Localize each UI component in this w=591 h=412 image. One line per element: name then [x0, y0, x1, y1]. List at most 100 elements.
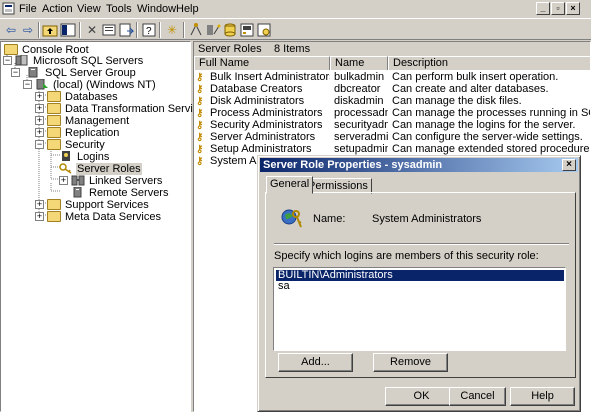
- pane-title: Server Roles: [198, 43, 262, 55]
- register-server-icon[interactable]: [188, 22, 204, 38]
- tree-item-support-services[interactable]: Support Services: [47, 199, 150, 211]
- database-icon[interactable]: [222, 22, 238, 38]
- role-full-name: Setup Administrators: [210, 143, 312, 155]
- server-role-icon: [281, 207, 303, 229]
- tree-item-databases[interactable]: Databases: [47, 91, 119, 103]
- role-full-name: Server Administrators: [210, 131, 316, 143]
- column-header-description[interactable]: Description: [388, 56, 590, 70]
- tree-item-logins[interactable]: Logins: [59, 151, 110, 163]
- tree-item-replication[interactable]: Replication: [47, 127, 120, 139]
- menu-window[interactable]: Window: [137, 3, 176, 15]
- tree-item-sql-server-group[interactable]: SQL Server Group: [27, 66, 137, 79]
- column-header-name[interactable]: Name: [330, 56, 388, 70]
- toolbar-separator: [159, 22, 161, 38]
- tree-item-local-server[interactable]: (local) (Windows NT): [35, 78, 157, 91]
- menu-help[interactable]: Help: [176, 3, 199, 15]
- new-item-icon[interactable]: ✳: [164, 22, 180, 38]
- collapse-toggle[interactable]: −: [35, 140, 44, 149]
- dialog-close-button[interactable]: ×: [562, 159, 576, 171]
- table-row[interactable]: ⚷Security AdministratorssecurityadminCan…: [194, 119, 590, 131]
- svg-text:?: ?: [146, 26, 152, 37]
- list-item-login[interactable]: BUILTIN\Administrators: [276, 270, 564, 281]
- tree-item-management[interactable]: Management: [47, 115, 130, 127]
- mdi-close-button[interactable]: ×: [566, 2, 580, 15]
- role-description: Can manage the processes running in SQL …: [392, 107, 590, 119]
- role-full-name: Process Administrators: [210, 107, 323, 119]
- properties-icon[interactable]: [101, 22, 117, 38]
- list-header: Full Name Name Description: [194, 56, 590, 70]
- tree-item-microsoft-sql-servers[interactable]: Microsoft SQL Servers: [15, 54, 144, 67]
- menu-tools[interactable]: Tools: [106, 3, 132, 15]
- role-description: Can configure the server-wide settings.: [392, 131, 583, 143]
- dialog-title: Server Role Properties - sysadmin: [263, 159, 443, 171]
- query-analyzer-icon[interactable]: [256, 22, 272, 38]
- role-description: Can perform bulk insert operation.: [392, 71, 559, 83]
- tree-item-server-roles[interactable]: Server Roles: [59, 163, 142, 175]
- expand-toggle[interactable]: +: [59, 176, 68, 185]
- mdi-restore-button[interactable]: ▫: [551, 2, 565, 15]
- role-full-name: Bulk Insert Administrators: [210, 71, 330, 83]
- help-icon[interactable]: ?: [141, 22, 157, 38]
- table-row[interactable]: ⚷ Setup Administrators setupadmin Can manag…: [194, 143, 590, 155]
- ok-button[interactable]: OK: [385, 387, 458, 406]
- server-role-icon: ⚷: [196, 156, 204, 167]
- linked-servers-icon: [71, 175, 85, 186]
- expand-toggle[interactable]: +: [35, 104, 44, 113]
- toolbar-separator: [136, 22, 138, 38]
- tree-item-security[interactable]: Security: [47, 139, 106, 151]
- menu-action[interactable]: Action: [42, 3, 73, 15]
- expand-toggle[interactable]: +: [35, 200, 44, 209]
- tree-item-linked-servers[interactable]: Linked Servers: [71, 175, 163, 187]
- folder-icon: [47, 103, 61, 114]
- mdi-minimize-button[interactable]: _: [536, 2, 550, 15]
- column-header-full-name[interactable]: Full Name: [194, 56, 330, 70]
- help-button[interactable]: Help: [510, 387, 575, 406]
- menu-bar: File Action View Tools Window Help _ ▫ ×: [0, 0, 591, 18]
- export-list-icon[interactable]: [118, 22, 135, 38]
- tree-item-meta-data-services[interactable]: Meta Data Services: [47, 211, 162, 223]
- tree-item-remote-servers[interactable]: Remote Servers: [71, 186, 169, 199]
- add-button[interactable]: Add...: [278, 353, 353, 372]
- back-icon[interactable]: ⇦: [3, 22, 19, 38]
- remove-button[interactable]: Remove: [373, 353, 448, 372]
- wizard-icon[interactable]: [205, 22, 221, 38]
- collapse-toggle[interactable]: −: [23, 80, 32, 89]
- collapse-toggle[interactable]: −: [3, 56, 12, 65]
- role-name: bulkadmin: [334, 71, 385, 83]
- expand-toggle[interactable]: +: [35, 92, 44, 101]
- server-role-properties-dialog: Server Role Properties - sysadmin × Gene…: [257, 155, 581, 412]
- tab-general[interactable]: General: [266, 176, 314, 194]
- delete-icon[interactable]: ✕: [84, 22, 100, 38]
- app-icon[interactable]: [2, 2, 15, 15]
- members-instruction: Specify which logins are members of this…: [274, 250, 539, 262]
- list-item-login[interactable]: sa: [276, 281, 292, 292]
- show-hide-tree-icon[interactable]: [60, 22, 76, 38]
- table-row[interactable]: ⚷ Disk Administrators diskadmin Can manage …: [194, 95, 590, 107]
- role-name: diskadmin: [334, 95, 384, 107]
- forward-icon[interactable]: ⇨: [20, 22, 36, 38]
- tree-item-data-transformation-services[interactable]: Data Transformation Services: [47, 103, 211, 115]
- expand-toggle[interactable]: +: [35, 212, 44, 221]
- expand-toggle[interactable]: +: [35, 128, 44, 137]
- server-tools-icon[interactable]: [239, 22, 255, 38]
- menu-file[interactable]: File: [19, 3, 37, 15]
- menu-view[interactable]: View: [77, 3, 101, 15]
- up-folder-icon[interactable]: [42, 22, 58, 38]
- toolbar-separator: [183, 22, 185, 38]
- table-row[interactable]: ⚷Process AdministratorsprocessadminCan m…: [194, 107, 590, 119]
- role-name: processadmin: [334, 107, 388, 119]
- sql-servers-icon: [15, 54, 29, 66]
- server-group-icon: [27, 66, 41, 78]
- folder-icon: [47, 91, 61, 102]
- collapse-toggle[interactable]: −: [11, 68, 20, 77]
- dialog-title-bar[interactable]: Server Role Properties - sysadmin ×: [260, 158, 578, 172]
- table-row[interactable]: ⚷ Database Creators dbcreator Can create an…: [194, 83, 590, 95]
- key-icon: [59, 163, 73, 174]
- folder-icon: [4, 44, 18, 55]
- cancel-button[interactable]: Cancel: [449, 387, 506, 406]
- expand-toggle[interactable]: +: [35, 116, 44, 125]
- role-members-list[interactable]: BUILTIN\Administrators sa: [273, 267, 566, 351]
- table-row[interactable]: ⚷ Bulk Insert Administrators bulkadmin Can …: [194, 71, 590, 83]
- name-label: Name:: [313, 213, 346, 225]
- table-row[interactable]: ⚷Server AdministratorsserveradminCan con…: [194, 131, 590, 143]
